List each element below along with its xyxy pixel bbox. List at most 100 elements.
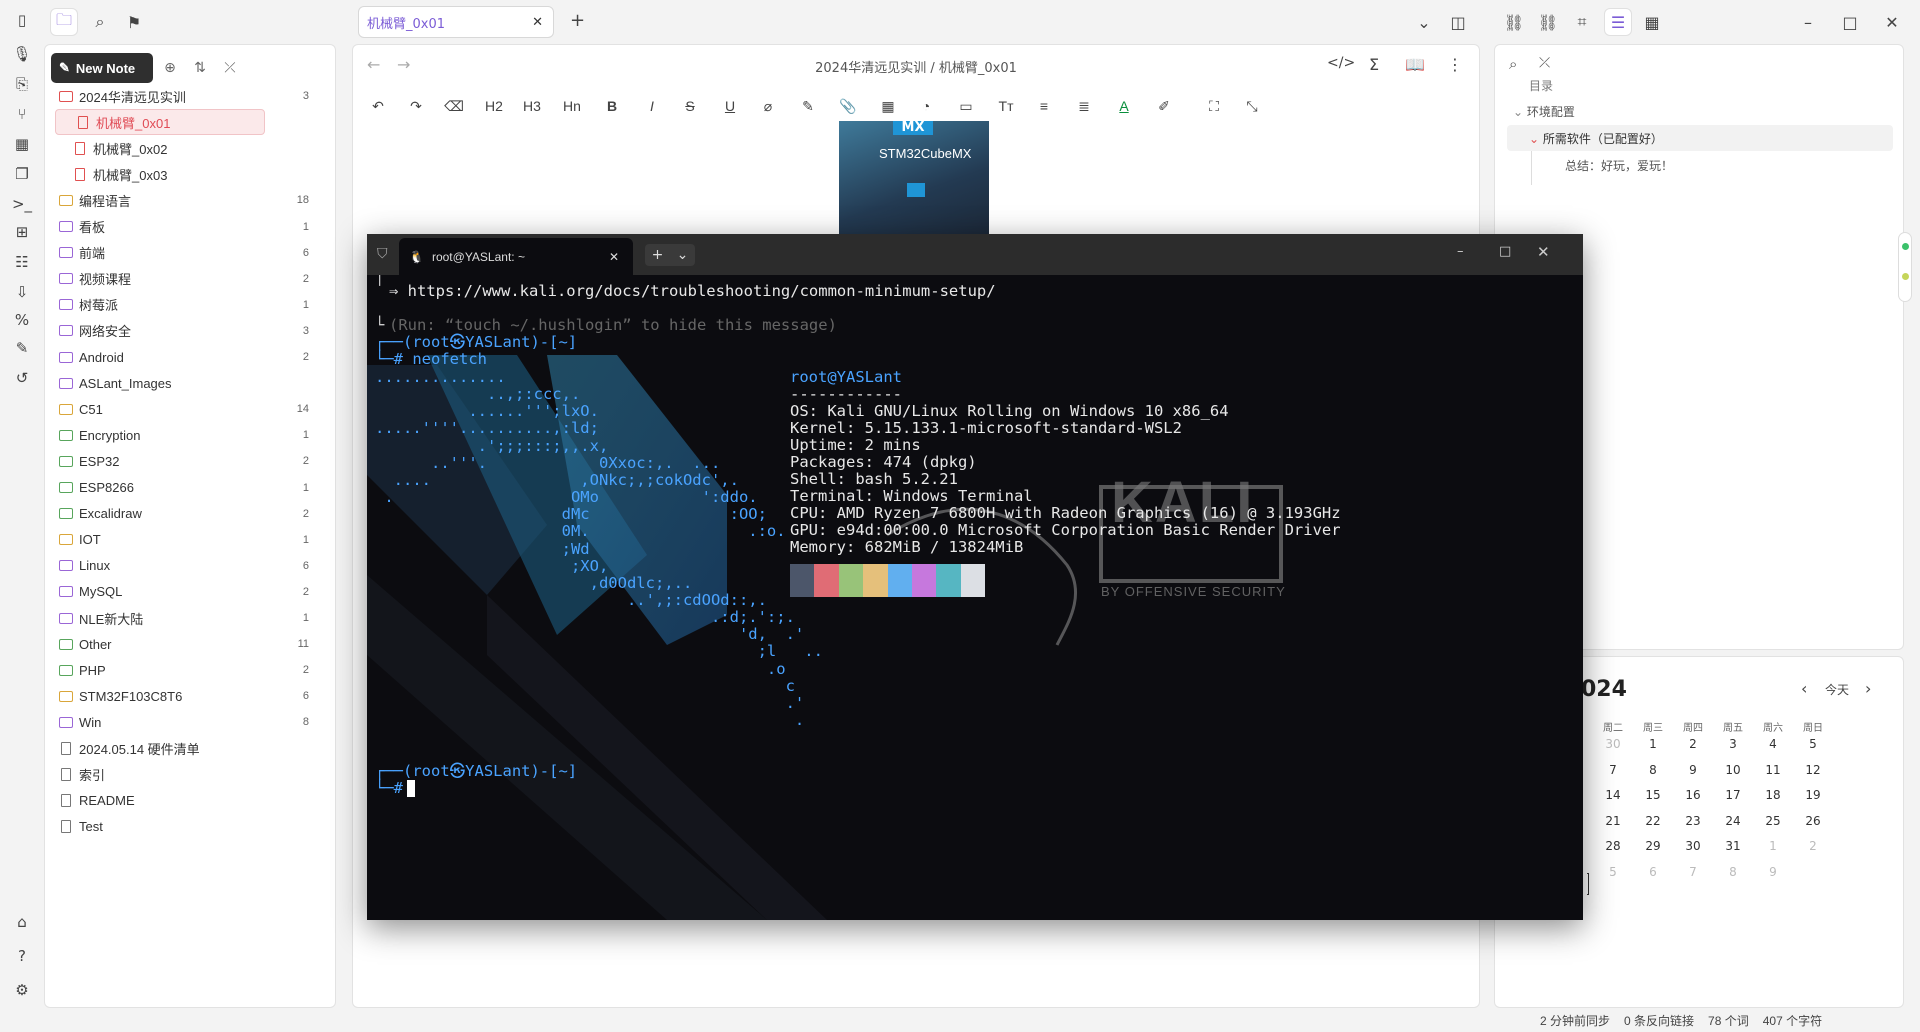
help-icon[interactable]: ? <box>10 944 34 968</box>
calendar-day[interactable]: 14 <box>1593 788 1633 802</box>
calendar-day[interactable]: 2 <box>1673 737 1713 751</box>
calendar-day[interactable]: 1 <box>1633 737 1673 751</box>
calendar-day[interactable]: 4 <box>1753 737 1793 751</box>
backlinks-count[interactable]: 0 条反向链接 <box>1624 1012 1694 1029</box>
prev-month-icon[interactable]: ‹ <box>1801 679 1807 698</box>
calendar-day[interactable]: 29 <box>1633 839 1673 853</box>
new-folder-icon[interactable]: ⊕ <box>159 57 181 79</box>
folder-item[interactable]: ESP8266 1 <box>53 475 323 501</box>
file-item[interactable]: Test <box>53 814 323 840</box>
outline-icon[interactable]: ☰ <box>1604 8 1632 36</box>
calendar-day[interactable]: 31 <box>1713 839 1753 853</box>
calendar-day[interactable]: 16 <box>1673 788 1713 802</box>
terminal-output[interactable]: KALI BY OFFENSIVE SECURITY │ ⇒ https://w… <box>367 275 1583 920</box>
calendar-day[interactable]: 18 <box>1753 788 1793 802</box>
font-color-icon[interactable]: A <box>1109 93 1139 119</box>
calendar-day[interactable]: 5 <box>1593 865 1633 879</box>
folder-item[interactable]: Excalidraw 2 <box>53 501 323 527</box>
folder-item[interactable]: 前端 6 <box>53 240 323 266</box>
new-tab-icon[interactable]: + <box>570 10 585 31</box>
import-icon[interactable]: ⇩ <box>10 280 34 304</box>
close-window-icon[interactable]: ✕ <box>1878 8 1906 36</box>
calendar-day[interactable]: 23 <box>1673 814 1713 828</box>
table-icon[interactable]: ☷ <box>10 250 34 274</box>
settings-gear-icon[interactable]: ⚙ <box>10 978 34 1002</box>
file-item[interactable]: 机械臂_0x01 <box>55 109 265 136</box>
attach-icon[interactable]: 📎 <box>833 93 863 119</box>
heading-3-icon[interactable]: H3 <box>517 93 547 119</box>
bookmark-icon[interactable]: ⚑ <box>120 8 148 36</box>
pen-icon[interactable]: ✎ <box>793 93 823 119</box>
calendar-day[interactable]: 3 <box>1713 737 1753 751</box>
reading-view-icon[interactable]: 📖 <box>1405 55 1425 74</box>
terminal-maximize-icon[interactable]: □ <box>1499 244 1511 259</box>
strikethrough-icon[interactable]: S <box>675 93 705 119</box>
calendar-day[interactable]: 5 <box>1793 737 1833 751</box>
search-icon[interactable]: ⌕ <box>86 8 114 36</box>
fullscreen-icon[interactable]: ⛶ <box>1199 93 1229 119</box>
close-tab-icon[interactable]: ✕ <box>532 15 543 30</box>
checklist-icon[interactable]: ◔ <box>911 93 941 119</box>
folder-item[interactable]: NLE新大陆 1 <box>53 605 323 631</box>
folder-item[interactable]: Android 2 <box>53 344 323 370</box>
calendar-day[interactable]: 26 <box>1793 814 1833 828</box>
file-item[interactable]: 机械臂_0x03 <box>53 161 323 187</box>
undo-icon[interactable]: ↶ <box>363 93 393 119</box>
sidebar-toggle-icon[interactable]: ▯ <box>10 8 34 32</box>
link-icon[interactable]: ⛓ <box>1500 8 1528 36</box>
tag-icon[interactable]: ⌗ <box>1568 8 1596 36</box>
eraser-icon[interactable]: ⌀ <box>753 93 783 119</box>
calendar-day[interactable]: 24 <box>1713 814 1753 828</box>
file-item[interactable]: 2024.05.14 硬件清单 <box>53 736 323 762</box>
calendar-day[interactable]: 2 <box>1793 839 1833 853</box>
close-terminal-tab-icon[interactable]: ✕ <box>609 250 619 264</box>
folder-item[interactable]: Encryption 1 <box>53 422 323 448</box>
file-item[interactable]: 机械臂_0x02 <box>53 135 323 161</box>
code-view-icon[interactable]: </> <box>1327 55 1355 71</box>
calendar-icon[interactable]: ▦ <box>10 132 34 156</box>
calendar-day[interactable]: 8 <box>1633 763 1673 777</box>
terminal-minimize-icon[interactable]: – <box>1457 244 1464 259</box>
side-toggle-handle[interactable] <box>1898 232 1912 302</box>
folder-item[interactable]: 视频课程 2 <box>53 266 323 292</box>
folder-item[interactable]: 编程语言 18 <box>53 187 323 213</box>
file-item[interactable]: README <box>53 788 323 814</box>
new-note-button[interactable]: ✎ New Note <box>51 53 153 83</box>
microphone-icon[interactable]: 🎙 <box>10 42 34 66</box>
calendar-day[interactable]: 15 <box>1633 788 1673 802</box>
underline-icon[interactable]: U <box>715 93 745 119</box>
calendar-day[interactable]: 12 <box>1793 763 1833 777</box>
excalidraw-icon[interactable]: ✎ <box>10 336 34 360</box>
calendar-day[interactable]: 21 <box>1593 814 1633 828</box>
sync-status[interactable]: 2 分钟前同步 <box>1540 1012 1610 1029</box>
copy-icon[interactable]: ❐ <box>10 162 34 186</box>
minimize-icon[interactable]: – <box>1794 8 1822 36</box>
collapse-icon[interactable]: ⤡ <box>1237 93 1267 119</box>
split-view-icon[interactable]: ◫ <box>1444 8 1472 36</box>
folder-item[interactable]: ASLant_Images <box>53 370 323 396</box>
italic-icon[interactable]: I <box>637 93 667 119</box>
folder-item[interactable]: IOT 1 <box>53 527 323 553</box>
redo-icon[interactable]: ↷ <box>401 93 431 119</box>
folder-item[interactable]: 看板 1 <box>53 214 323 240</box>
file-item[interactable]: 索引 <box>53 762 323 788</box>
callout-icon[interactable]: ▭ <box>951 93 981 119</box>
open-file-icon[interactable]: ⎘ <box>10 72 34 96</box>
new-terminal-tab-button[interactable]: + ⌄ <box>645 244 695 266</box>
folder-item[interactable]: ESP32 2 <box>53 448 323 474</box>
heading-2-icon[interactable]: H2 <box>479 93 509 119</box>
terminal-icon[interactable]: >_ <box>10 192 34 216</box>
calendar-day[interactable]: 1 <box>1753 839 1793 853</box>
more-options-icon[interactable]: ⋮ <box>1447 55 1463 74</box>
calendar-day[interactable]: 10 <box>1713 763 1753 777</box>
calendar-day[interactable]: 7 <box>1593 763 1633 777</box>
chevron-down-icon[interactable]: ⌄ <box>1410 8 1438 36</box>
outline-item-summary[interactable]: 总结：好玩，爱玩！ <box>1565 157 1673 174</box>
calendar-day[interactable]: 30 <box>1673 839 1713 853</box>
calendar-day[interactable]: 22 <box>1633 814 1673 828</box>
calendar-day[interactable]: 8 <box>1713 865 1753 879</box>
terminal-close-icon[interactable]: ✕ <box>1537 243 1550 261</box>
tab-active-note[interactable]: 机械臂_0x01 ✕ <box>358 6 554 38</box>
calendar-day[interactable]: 28 <box>1593 839 1633 853</box>
percent-icon[interactable]: % <box>10 308 34 332</box>
